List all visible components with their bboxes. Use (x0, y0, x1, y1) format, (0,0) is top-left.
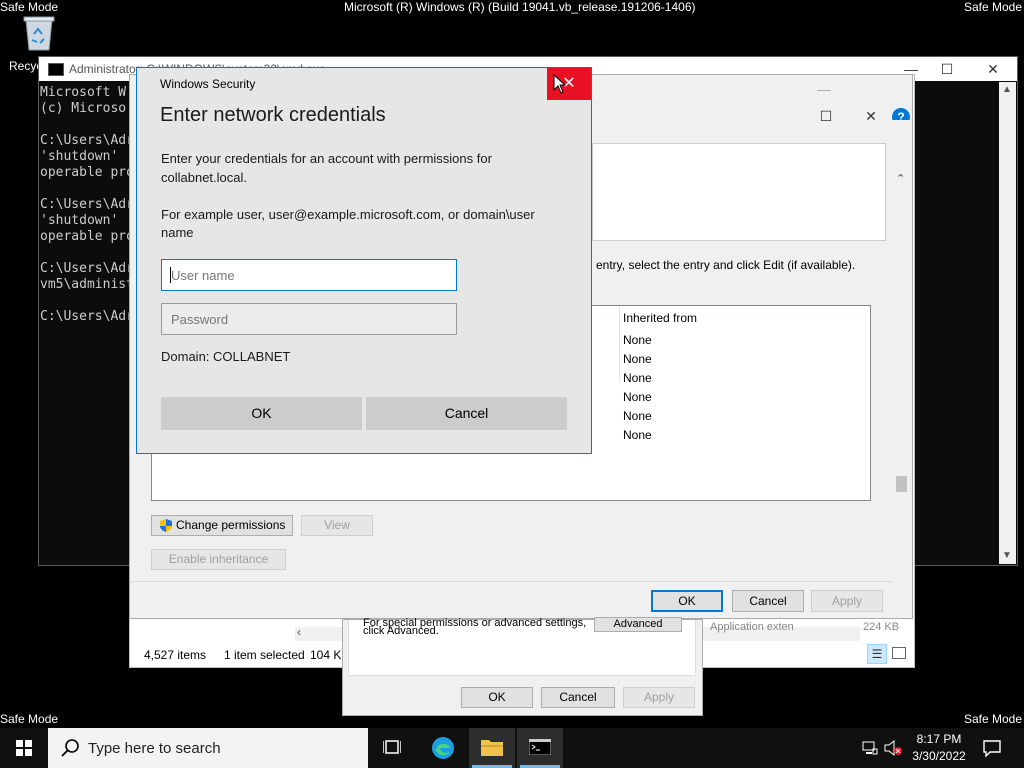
volume-muted-icon[interactable] (884, 739, 902, 757)
username-input[interactable]: User name (161, 259, 457, 291)
cmd-app-icon (48, 63, 64, 76)
cmd-line: 'shutdown' (40, 213, 127, 228)
perm-ok-button[interactable]: OK (651, 590, 723, 612)
advanced-button[interactable]: Advanced (594, 617, 682, 632)
perm-scroll-up-icon[interactable]: ⌃ (896, 172, 905, 185)
status-selected: 1 item selected (224, 648, 305, 662)
mouse-pointer-icon (553, 73, 567, 94)
perm-vertical-scrollbar[interactable]: ⌃ (892, 120, 910, 615)
uac-shield-icon (160, 519, 172, 532)
cmd-line: (c) Microso (40, 101, 127, 116)
security-heading: Enter network credentials (160, 104, 386, 126)
task-view-icon[interactable] (382, 738, 402, 756)
cmd-line: Microsoft W (40, 85, 127, 100)
perm-maximize-button[interactable]: ☐ (808, 103, 844, 129)
cmd-close-button[interactable]: ✕ (975, 56, 1011, 82)
perm-cancel-button[interactable]: Cancel (732, 590, 804, 612)
security-description-line-1: Enter your credentials for an account wi… (161, 151, 492, 166)
table-row[interactable]: None (623, 371, 652, 385)
safe-mode-label-top-right: Safe Mode (963, 0, 1022, 14)
scroll-up-icon[interactable]: ▲ (1002, 84, 1012, 95)
cmd-line: operable pro (40, 165, 134, 180)
windows-security-dialog[interactable]: Windows Security ✕ Enter network credent… (136, 67, 592, 454)
perm-close-button[interactable]: ✕ (853, 103, 889, 129)
scroll-left-icon[interactable]: ‹ (297, 625, 301, 639)
windows-logo-icon (16, 740, 32, 756)
cmd-output: Microsoft W (c) Microso C:\Users\Adr'shut… (40, 85, 134, 325)
search-placeholder: Type here to search (88, 740, 221, 757)
perm-instructions: entry, select the entry and click Edit (… (596, 258, 856, 272)
column-header-inherited-from[interactable]: Inherited from (623, 311, 697, 325)
perm-info-panel (592, 143, 886, 241)
safe-mode-label-bottom-left: Safe Mode (0, 712, 59, 726)
safe-mode-label-bottom-right: Safe Mode (963, 712, 1022, 726)
props-apply-button[interactable]: Apply (623, 687, 695, 708)
table-row[interactable]: None (623, 428, 652, 442)
cmd-line: 'shutdown' (40, 149, 127, 164)
cmd-scrollbar[interactable]: ▲ ▼ (999, 82, 1016, 564)
recycle-bin-icon[interactable] (18, 12, 60, 52)
perm-apply-button[interactable]: Apply (811, 590, 883, 612)
start-button[interactable] (0, 728, 48, 768)
perm-scroll-thumb[interactable] (896, 476, 907, 492)
properties-dialog[interactable]: For special permissions or advanced sett… (342, 617, 703, 716)
network-icon[interactable] (862, 740, 878, 756)
change-permissions-button[interactable]: Change permissions (151, 515, 293, 536)
password-input[interactable]: Password (161, 303, 457, 335)
properties-text-2: click Advanced. (363, 625, 439, 637)
table-row[interactable]: None (623, 352, 652, 366)
table-row[interactable]: None (623, 409, 652, 423)
search-icon (61, 739, 79, 757)
cmd-line: vm5\administ (40, 277, 134, 292)
security-example-line-2: name (161, 225, 194, 240)
cmd-line: C:\Users\Adr (40, 309, 134, 324)
security-domain: Domain: COLLABNET (161, 349, 291, 364)
cmd-line (40, 117, 134, 133)
table-row[interactable]: None (623, 333, 652, 347)
table-row[interactable]: None (623, 390, 652, 404)
taskbar-search-box[interactable]: Type here to search (48, 728, 368, 768)
clock-time[interactable]: 8:17 PM (906, 732, 972, 746)
cmd-line: C:\Users\Adr (40, 133, 134, 148)
cmd-line (40, 245, 134, 261)
props-ok-button[interactable]: OK (461, 687, 533, 708)
file-explorer-taskbar-button[interactable] (469, 728, 515, 768)
enable-inheritance-button[interactable]: Enable inheritance (151, 549, 286, 570)
cmd-line: operable pro (40, 229, 134, 244)
security-ok-button[interactable]: OK (161, 397, 362, 430)
command-prompt-icon (529, 739, 551, 755)
cmd-line: C:\Users\Adr (40, 261, 134, 276)
explorer-row-size: 224 KB (863, 621, 900, 633)
change-permissions-label: Change permissions (176, 518, 286, 532)
notifications-icon[interactable] (983, 739, 1001, 758)
edge-browser-icon[interactable] (431, 736, 455, 760)
props-cancel-button[interactable]: Cancel (541, 687, 615, 708)
details-view-icon[interactable]: ☰ (867, 644, 887, 664)
security-description-line-2: collabnet.local. (161, 170, 247, 185)
cmd-line (40, 293, 134, 309)
large-icons-view-icon[interactable] (892, 647, 906, 659)
password-placeholder: Password (171, 312, 229, 327)
cmd-line: C:\Users\Adr (40, 197, 134, 212)
username-placeholder: User name (171, 268, 235, 283)
view-button[interactable]: View (301, 515, 373, 536)
folder-icon (481, 740, 503, 756)
status-item-count: 4,527 items (144, 648, 207, 662)
security-window-title: Windows Security (160, 77, 256, 91)
cmd-taskbar-button[interactable] (517, 728, 563, 768)
build-watermark: Microsoft (R) Windows (R) (Build 19041.v… (344, 0, 696, 14)
cmd-line (40, 181, 134, 197)
properties-content-panel: For special permissions or advanced sett… (348, 617, 696, 676)
security-cancel-button[interactable]: Cancel (366, 397, 567, 430)
perm-minimize-button[interactable]: — (806, 76, 842, 102)
cmd-maximize-button[interactable]: ☐ (929, 56, 965, 82)
clock-date[interactable]: 3/30/2022 (906, 749, 972, 763)
column-separator (619, 306, 620, 382)
security-example-line-1: For example user, user@example.microsoft… (161, 207, 535, 222)
explorer-row-type: Application exten (710, 621, 794, 633)
taskbar: Type here to search 8:17 PM 3/30/2022 (0, 728, 1024, 768)
scroll-down-icon[interactable]: ▼ (1002, 550, 1012, 561)
perm-footer-divider (130, 581, 892, 582)
